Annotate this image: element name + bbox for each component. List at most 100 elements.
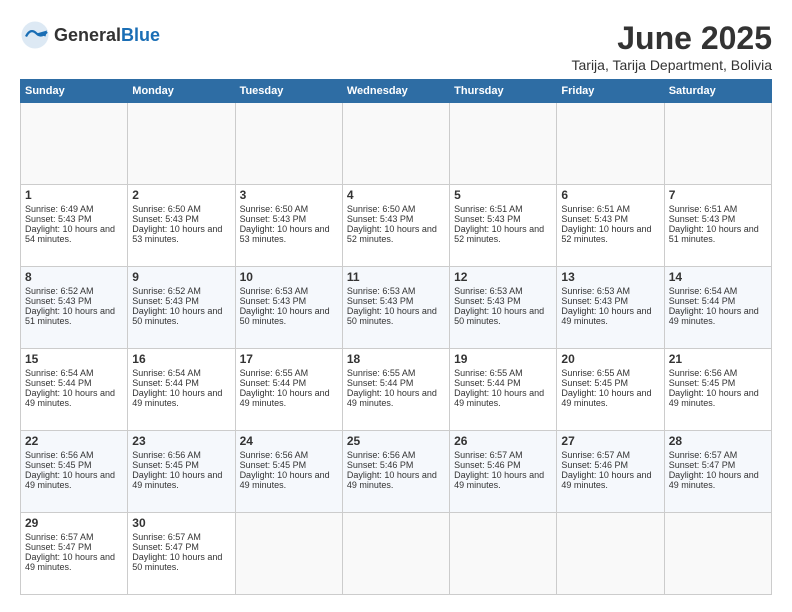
sunrise-text: Sunrise: 6:54 AM [25, 368, 123, 378]
day-number: 15 [25, 352, 123, 366]
weekday-header-wednesday: Wednesday [342, 80, 449, 103]
logo-icon [20, 20, 50, 50]
daylight-text: Daylight: 10 hours and 49 minutes. [25, 388, 123, 408]
calendar-cell [342, 513, 449, 595]
daylight-text: Daylight: 10 hours and 49 minutes. [561, 388, 659, 408]
day-number: 7 [669, 188, 767, 202]
calendar-cell: 19Sunrise: 6:55 AMSunset: 5:44 PMDayligh… [450, 349, 557, 431]
calendar-cell [557, 103, 664, 185]
day-number: 17 [240, 352, 338, 366]
sunrise-text: Sunrise: 6:57 AM [454, 450, 552, 460]
day-number: 25 [347, 434, 445, 448]
sunset-text: Sunset: 5:44 PM [454, 378, 552, 388]
sunset-text: Sunset: 5:43 PM [561, 296, 659, 306]
sunrise-text: Sunrise: 6:54 AM [669, 286, 767, 296]
sunset-text: Sunset: 5:43 PM [25, 296, 123, 306]
day-number: 5 [454, 188, 552, 202]
day-number: 18 [347, 352, 445, 366]
weekday-header-monday: Monday [128, 80, 235, 103]
title-area: June 2025 Tarija, Tarija Department, Bol… [572, 20, 773, 73]
calendar-cell: 17Sunrise: 6:55 AMSunset: 5:44 PMDayligh… [235, 349, 342, 431]
calendar-cell: 1Sunrise: 6:49 AMSunset: 5:43 PMDaylight… [21, 185, 128, 267]
sunrise-text: Sunrise: 6:52 AM [132, 286, 230, 296]
calendar-cell [128, 103, 235, 185]
calendar-body: 1Sunrise: 6:49 AMSunset: 5:43 PMDaylight… [21, 103, 772, 595]
calendar-cell: 30Sunrise: 6:57 AMSunset: 5:47 PMDayligh… [128, 513, 235, 595]
day-number: 29 [25, 516, 123, 530]
day-number: 19 [454, 352, 552, 366]
calendar-week-1: 1Sunrise: 6:49 AMSunset: 5:43 PMDaylight… [21, 185, 772, 267]
day-number: 30 [132, 516, 230, 530]
sunset-text: Sunset: 5:47 PM [25, 542, 123, 552]
calendar-week-4: 22Sunrise: 6:56 AMSunset: 5:45 PMDayligh… [21, 431, 772, 513]
daylight-text: Daylight: 10 hours and 49 minutes. [25, 552, 123, 572]
daylight-text: Daylight: 10 hours and 52 minutes. [347, 224, 445, 244]
day-number: 20 [561, 352, 659, 366]
calendar-cell: 20 Sunrise: 6:55 AMSunset: 5:45 PMDayligh… [557, 349, 664, 431]
day-number: 1 [25, 188, 123, 202]
daylight-text: Daylight: 10 hours and 50 minutes. [240, 306, 338, 326]
sunset-text: Sunset: 5:43 PM [25, 214, 123, 224]
sunset-text: Sunset: 5:45 PM [132, 460, 230, 470]
page-header: GeneralBlue June 2025 Tarija, Tarija Dep… [20, 20, 772, 73]
sunset-text: Sunset: 5:43 PM [240, 214, 338, 224]
daylight-text: Daylight: 10 hours and 52 minutes. [561, 224, 659, 244]
weekday-header-friday: Friday [557, 80, 664, 103]
location-title: Tarija, Tarija Department, Bolivia [572, 57, 773, 73]
calendar-cell: 16Sunrise: 6:54 AMSunset: 5:44 PMDayligh… [128, 349, 235, 431]
daylight-text: Daylight: 10 hours and 49 minutes. [132, 470, 230, 490]
day-number: 12 [454, 270, 552, 284]
daylight-text: Daylight: 10 hours and 49 minutes. [347, 470, 445, 490]
calendar-cell: 11Sunrise: 6:53 AMSunset: 5:43 PMDayligh… [342, 267, 449, 349]
sunrise-text: Sunrise: 6:53 AM [454, 286, 552, 296]
calendar-cell: 7Sunrise: 6:51 AMSunset: 5:43 PMDaylight… [664, 185, 771, 267]
calendar-cell: 18Sunrise: 6:55 AMSunset: 5:44 PMDayligh… [342, 349, 449, 431]
calendar-cell: 8Sunrise: 6:52 AMSunset: 5:43 PMDaylight… [21, 267, 128, 349]
sunset-text: Sunset: 5:45 PM [25, 460, 123, 470]
sunset-text: Sunset: 5:43 PM [561, 214, 659, 224]
sunrise-text: Sunrise: 6:55 AM [561, 368, 659, 378]
calendar-cell: 23Sunrise: 6:56 AMSunset: 5:45 PMDayligh… [128, 431, 235, 513]
sunset-text: Sunset: 5:43 PM [454, 296, 552, 306]
calendar-cell: 12 Sunrise: 6:53 AMSunset: 5:43 PMDayligh… [450, 267, 557, 349]
calendar-table: SundayMondayTuesdayWednesdayThursdayFrid… [20, 79, 772, 595]
sunset-text: Sunset: 5:43 PM [132, 214, 230, 224]
sunrise-text: Sunrise: 6:50 AM [132, 204, 230, 214]
day-number: 23 [132, 434, 230, 448]
calendar-cell: 15Sunrise: 6:54 AMSunset: 5:44 PMDayligh… [21, 349, 128, 431]
sunrise-text: Sunrise: 6:55 AM [240, 368, 338, 378]
calendar-week-3: 15 Sunrise: 6:54 AM Sunset: 5:44 PM Dayligh… [21, 349, 772, 431]
sunset-text: Sunset: 5:43 PM [454, 214, 552, 224]
calendar-cell [664, 103, 771, 185]
calendar-week-2: 8Sunrise: 6:52 AMSunset: 5:43 PMDaylight… [21, 267, 772, 349]
calendar-week-5: 29Sunrise: 6:57 AMSunset: 5:47 PMDayligh… [21, 513, 772, 595]
daylight-text: Daylight: 10 hours and 49 minutes. [347, 388, 445, 408]
day-number: 9 [132, 270, 230, 284]
day-number: 24 [240, 434, 338, 448]
day-number: 10 [240, 270, 338, 284]
sunset-text: Sunset: 5:45 PM [561, 378, 659, 388]
daylight-text: Daylight: 10 hours and 51 minutes. [25, 306, 123, 326]
sunrise-text: Sunrise: 6:51 AM [561, 204, 659, 214]
daylight-text: Daylight: 10 hours and 50 minutes. [454, 306, 552, 326]
sunset-text: Sunset: 5:46 PM [561, 460, 659, 470]
day-number: 27 [561, 434, 659, 448]
sunset-text: Sunset: 5:43 PM [669, 214, 767, 224]
calendar-cell [235, 103, 342, 185]
weekday-header-thursday: Thursday [450, 80, 557, 103]
calendar-cell: 3Sunrise: 6:50 AMSunset: 5:43 PMDaylight… [235, 185, 342, 267]
sunset-text: Sunset: 5:46 PM [454, 460, 552, 470]
sunrise-text: Sunrise: 6:56 AM [669, 368, 767, 378]
calendar-week-0 [21, 103, 772, 185]
sunset-text: Sunset: 5:45 PM [240, 460, 338, 470]
sunset-text: Sunset: 5:44 PM [132, 378, 230, 388]
sunrise-text: Sunrise: 6:53 AM [347, 286, 445, 296]
daylight-text: Daylight: 10 hours and 49 minutes. [669, 470, 767, 490]
weekday-header-tuesday: Tuesday [235, 80, 342, 103]
calendar-cell: 2Sunrise: 6:50 AMSunset: 5:43 PMDaylight… [128, 185, 235, 267]
day-number: 2 [132, 188, 230, 202]
calendar-cell [450, 513, 557, 595]
calendar-cell: 28Sunrise: 6:57 AMSunset: 5:47 PMDayligh… [664, 431, 771, 513]
sunset-text: Sunset: 5:46 PM [347, 460, 445, 470]
sunrise-text: Sunrise: 6:51 AM [454, 204, 552, 214]
